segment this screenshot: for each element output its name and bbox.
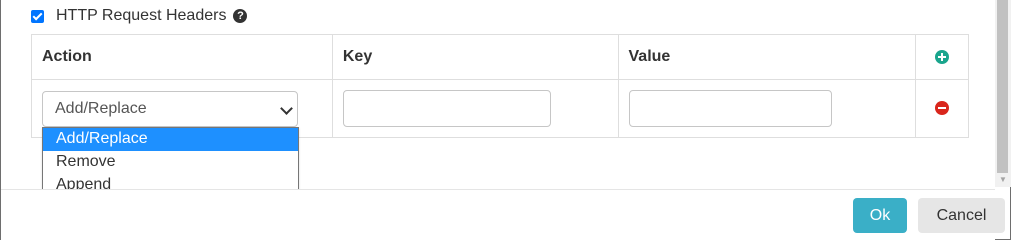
vertical-scrollbar[interactable]: ▼ (995, 0, 1011, 187)
value-input[interactable] (628, 90, 832, 127)
key-input[interactable] (342, 90, 551, 127)
column-header-action: Action (31, 34, 333, 80)
dropdown-option-remove[interactable]: Remove (43, 151, 298, 174)
value-cell (617, 79, 917, 138)
scroll-down-arrow-icon[interactable]: ▼ (995, 173, 1011, 187)
cancel-button[interactable]: Cancel (918, 198, 1005, 233)
dialog-footer: Ok Cancel (1, 189, 1005, 241)
dropdown-option-add-replace[interactable]: Add/Replace (43, 128, 298, 151)
http-headers-toggle: HTTP Request Headers ? (31, 7, 248, 25)
plus-circle-icon[interactable] (935, 49, 950, 64)
column-header-key: Key (331, 34, 619, 80)
remove-row-cell (915, 79, 969, 138)
table-header-row: Action Key Value (31, 34, 969, 80)
headers-table: Action Key Value Add/Replace (31, 34, 969, 138)
chevron-down-icon (280, 101, 293, 115)
question-circle-icon[interactable]: ? (233, 9, 248, 23)
http-headers-label: HTTP Request Headers (56, 7, 227, 24)
action-select[interactable]: Add/Replace (42, 90, 298, 127)
action-select-value: Add/Replace (55, 99, 147, 117)
add-row-cell (915, 34, 969, 80)
ok-button[interactable]: Ok (853, 198, 907, 233)
http-headers-checkbox[interactable] (31, 9, 44, 23)
action-dropdown-list: Add/Replace Remove Append (42, 127, 299, 198)
scrollbar-thumb[interactable] (997, 0, 1008, 173)
key-cell (331, 79, 619, 138)
column-header-value: Value (617, 34, 917, 80)
minus-circle-icon[interactable] (935, 101, 950, 116)
